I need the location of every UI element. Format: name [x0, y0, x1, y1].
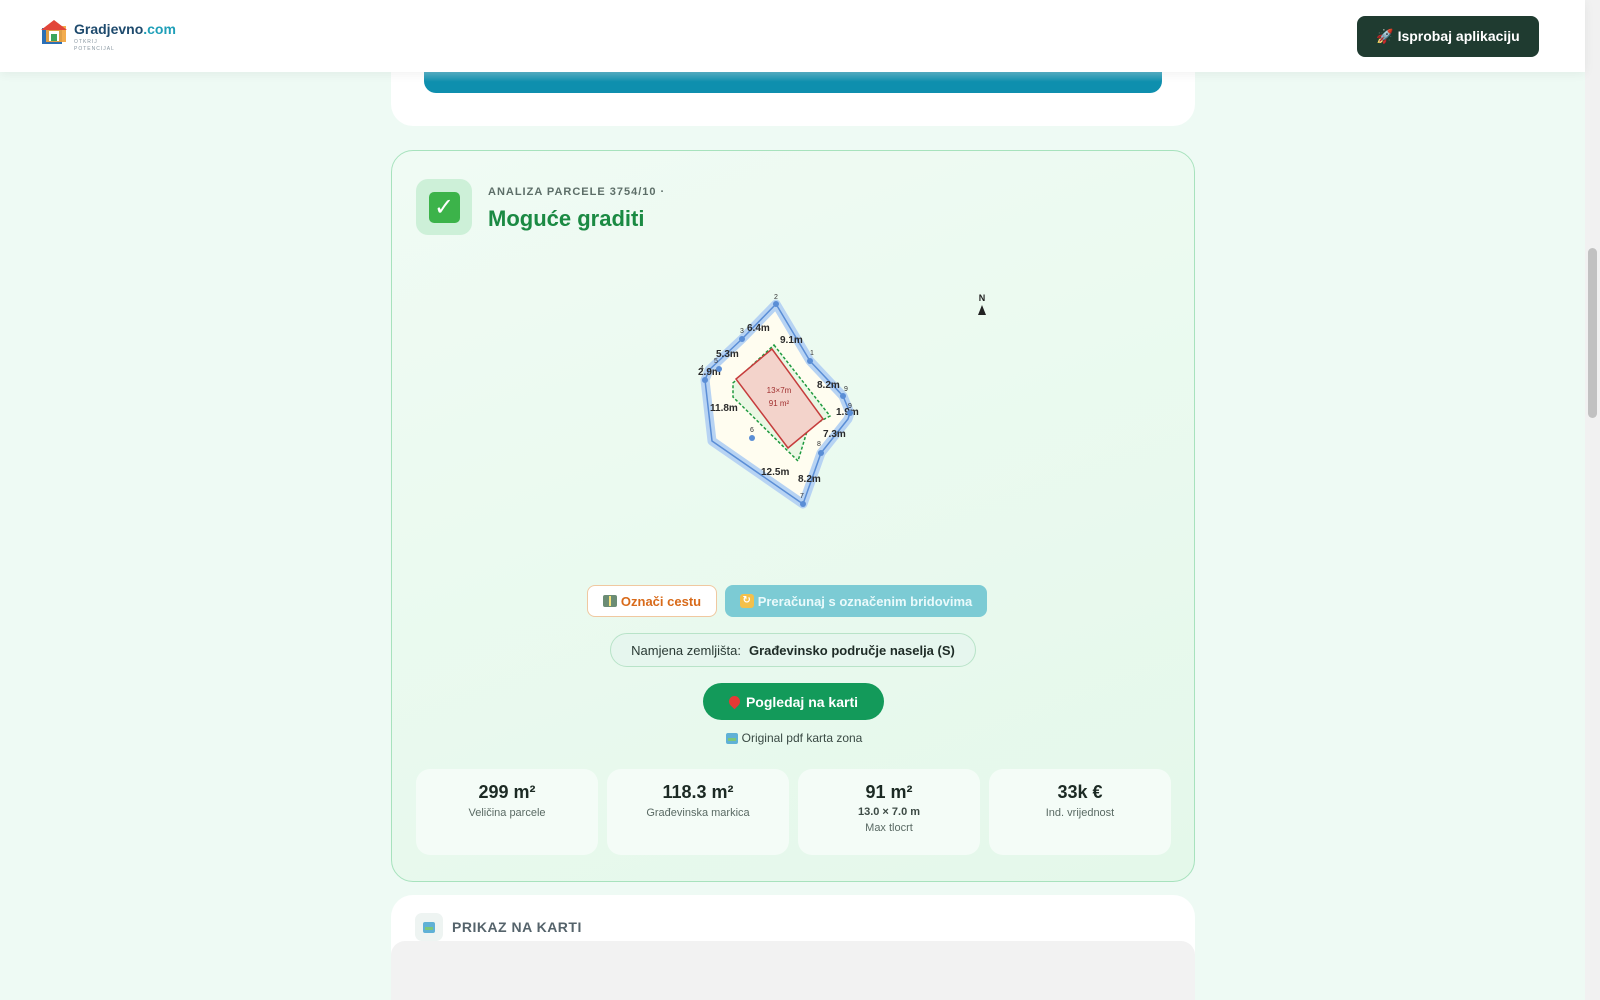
page-scrollbar[interactable] [1585, 0, 1600, 1000]
parcel-label: ANALIZA PARCELE 3754/10 · [488, 186, 666, 198]
parcel-vertex [800, 501, 806, 507]
stat-value: 33k € [1057, 782, 1103, 802]
original-pdf-link[interactable]: Original pdf karta zona [712, 729, 876, 747]
north-indicator: N [972, 293, 992, 315]
stat-label: Veličina parcele [468, 807, 546, 819]
edge-label: 6.4m [747, 323, 770, 334]
edge-label: 8.2m [817, 380, 840, 391]
vertex-label: 8 [817, 441, 821, 448]
edge-label: 5.3m [716, 349, 739, 360]
check-icon: ✓ [428, 191, 460, 223]
parcel-vertex [739, 336, 745, 342]
stat-card-parcel-size: 299 m² Veličina parcele [416, 769, 598, 855]
vertex-label: 9 [848, 403, 852, 410]
try-app-label: 🚀 Isprobaj aplikaciju [1376, 28, 1520, 44]
vertex-label: 7 [800, 493, 804, 500]
status-title: Moguće graditi [488, 206, 645, 231]
refresh-icon: ↻ [739, 594, 754, 608]
map-section-card: PRIKAZ NA KARTI [391, 895, 1195, 1000]
land-use-label: Namjena zemljišta: [631, 642, 741, 658]
recalculate-label: Preračunaj s označenim bridovima [757, 593, 973, 609]
parcel-vertex [773, 301, 779, 307]
vertex-label: 4 [700, 365, 704, 372]
stat-label: Max tlocrt [865, 822, 913, 834]
edge-label: 11.8m [710, 403, 738, 414]
footprint-area: 91 m² [769, 399, 790, 408]
brand-logo[interactable]: Gradjevno.com OTKRIJ POTENCIJAL [40, 18, 176, 53]
edge-label: 9.1m [780, 335, 803, 346]
vertex-label: 6 [750, 427, 754, 434]
mark-road-button[interactable]: Označi cestu [587, 585, 717, 617]
stat-value: 299 m² [478, 782, 536, 802]
parcel-vertex [818, 450, 824, 456]
parcel-vertex [807, 358, 813, 364]
parcel-vertex [702, 377, 708, 383]
road-icon [602, 595, 617, 607]
house-logo-icon [41, 20, 67, 44]
north-arrow-icon [978, 305, 986, 315]
vertex-label: 1 [810, 350, 814, 357]
stat-value: 118.3 m² [662, 782, 734, 802]
land-use-value: Građevinsko područje naselja (S) [748, 642, 955, 658]
view-on-map-label: Pogledaj na karti [745, 693, 859, 710]
vertex-label: 2 [774, 294, 778, 301]
parcel-diagram: 13×7m 91 m² 9.1m 8.2m 1.9m 7.3m 8.2m 12.… [698, 294, 859, 509]
stat-card-building-envelope: 118.3 m² Građevinska markica [607, 769, 789, 855]
try-app-button[interactable]: 🚀 Isprobaj aplikaciju [1357, 16, 1539, 57]
stat-label: Ind. vrijednost [1045, 807, 1115, 819]
vertex-label: 3 [740, 328, 744, 335]
status-badge: ✓ [416, 179, 472, 235]
view-on-map-button[interactable]: Pogledaj na karti [703, 683, 884, 720]
vertex-label: 9 [844, 386, 848, 393]
stat-card-max-footprint: 91 m² 13.0 × 7.0 m Max tlocrt [798, 769, 980, 855]
stat-sub: 13.0 × 7.0 m [857, 806, 921, 818]
brand-tagline: OTKRIJ POTENCIJAL [74, 39, 115, 52]
map-icon [725, 732, 738, 744]
edge-label: 8.2m [798, 474, 821, 485]
north-label: N [978, 293, 986, 303]
original-pdf-label: Original pdf karta zona [741, 731, 863, 745]
edge-label: 12.5m [761, 467, 789, 478]
brand-name: Gradjevno.com [74, 21, 176, 37]
footprint-dims: 13×7m [767, 386, 792, 395]
parcel-vertex [847, 410, 853, 416]
map-section-title: PRIKAZ NA KARTI [452, 919, 582, 935]
parcel-analysis-card: ✓ ANALIZA PARCELE 3754/10 · Moguće gradi… [391, 150, 1195, 882]
edge-label: 7.3m [823, 429, 846, 440]
stat-value: 91 m² [865, 782, 913, 802]
parcel-vertex [749, 435, 755, 441]
pin-icon [726, 693, 743, 710]
mark-road-label: Označi cestu [620, 593, 702, 609]
stat-label: Građevinska markica [646, 807, 750, 819]
land-use-pill: Namjena zemljišta: Građevinsko područje … [610, 633, 976, 667]
map-viewport[interactable] [391, 941, 1195, 1000]
parcel-vertex [840, 393, 846, 399]
map-icon [423, 921, 435, 933]
stat-card-value: 33k € Ind. vrijednost [989, 769, 1171, 855]
recalculate-button[interactable]: ↻ Preračunaj s označenim bridovima [725, 585, 987, 617]
map-section-icon [415, 913, 443, 941]
scrollbar-thumb[interactable] [1588, 248, 1597, 418]
vertex-label: 5 [714, 358, 718, 365]
parcel-vertex [716, 366, 722, 372]
top-navbar: Gradjevno.com OTKRIJ POTENCIJAL 🚀 Isprob… [0, 0, 1585, 72]
